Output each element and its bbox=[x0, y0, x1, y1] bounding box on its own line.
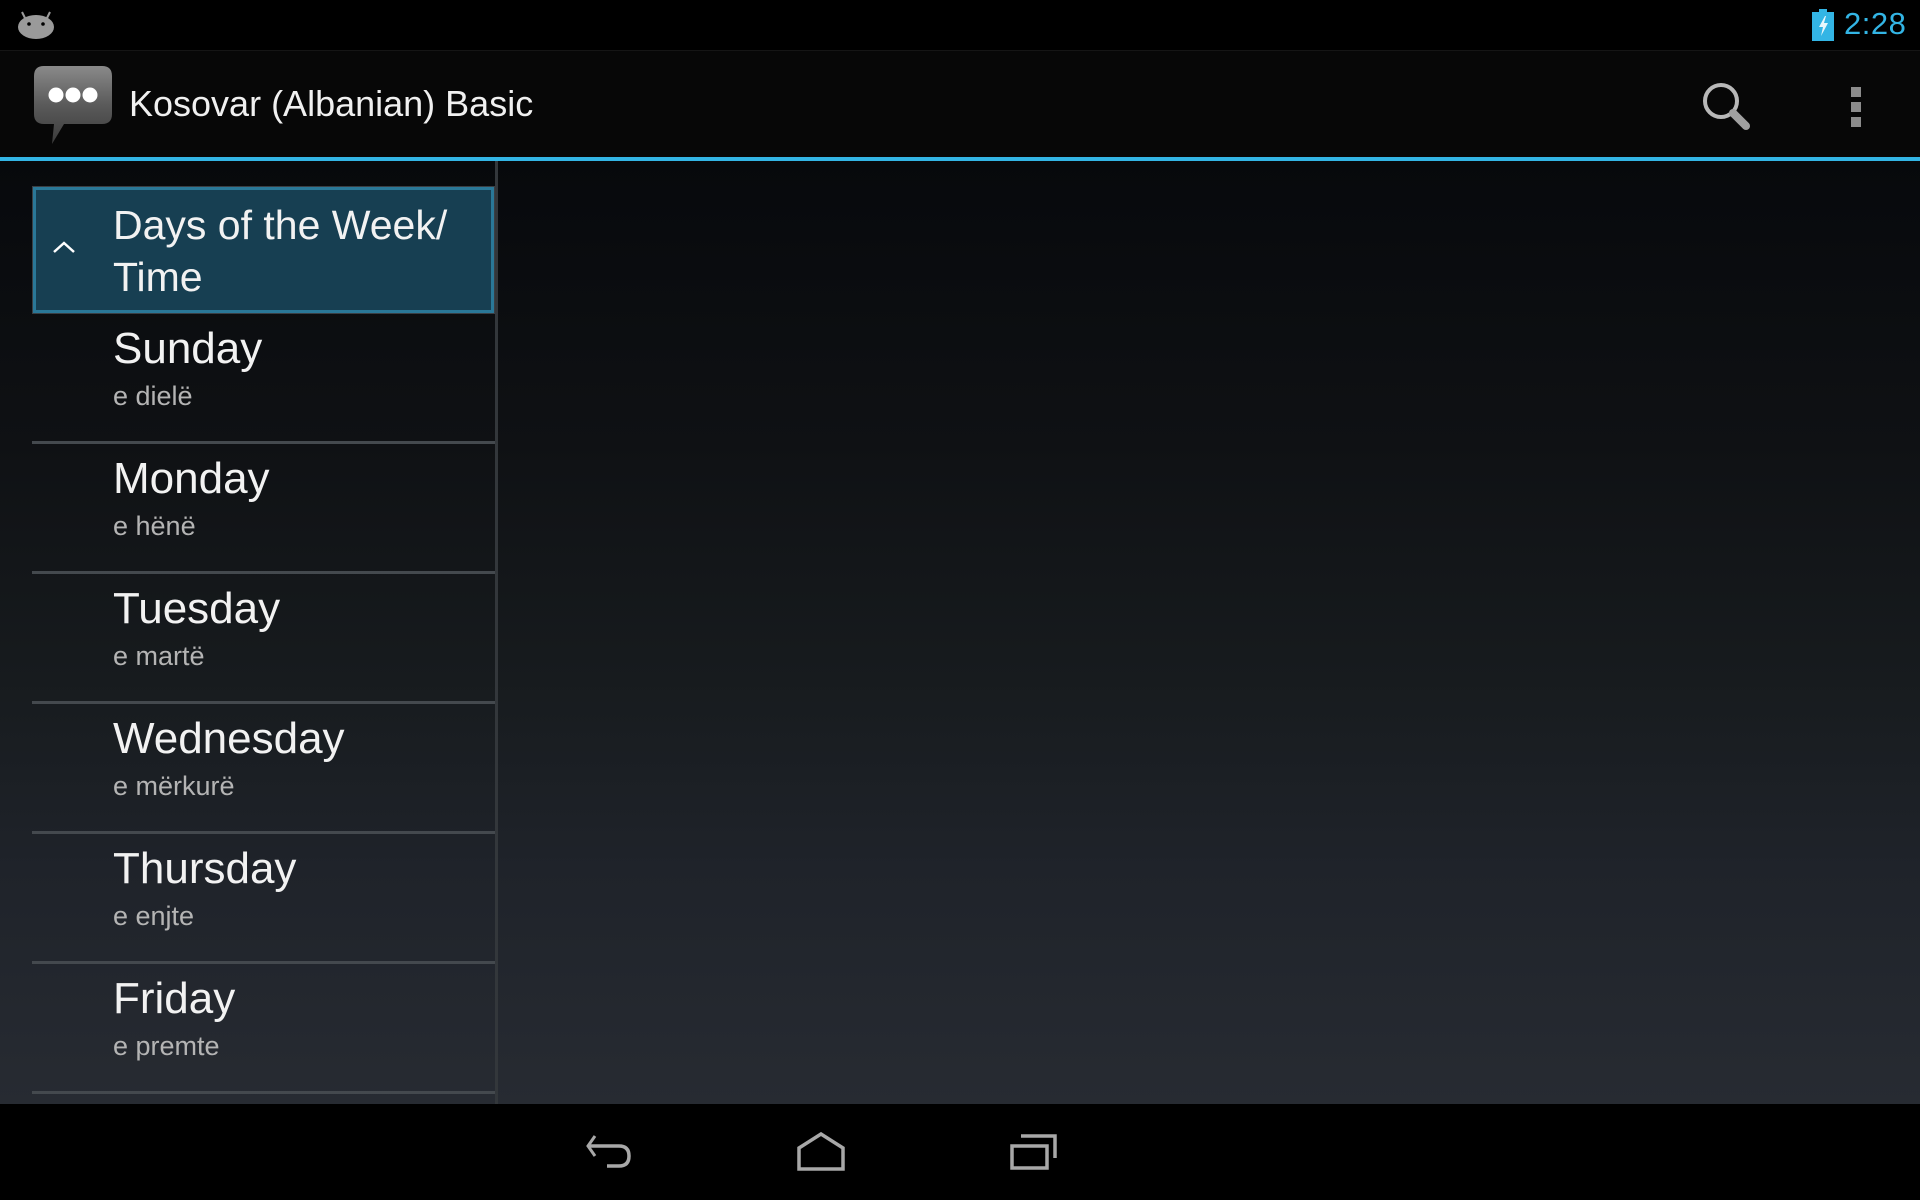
item-translation: e premte bbox=[113, 1031, 220, 1061]
back-icon bbox=[586, 1135, 631, 1168]
item-translation: e martë bbox=[113, 641, 205, 671]
item-title: Friday bbox=[113, 974, 236, 1023]
home-icon bbox=[797, 1132, 845, 1171]
android-debug-icon bbox=[18, 11, 54, 39]
search-button[interactable] bbox=[1690, 70, 1766, 146]
item-title: Monday bbox=[113, 454, 270, 503]
item-title: Thursday bbox=[113, 844, 297, 893]
item-translation: e enjte bbox=[113, 901, 195, 931]
item-title: Sunday bbox=[113, 324, 263, 373]
chat-bubble-icon[interactable] bbox=[30, 62, 116, 148]
item-translation: e mërkurë bbox=[113, 771, 235, 801]
app-title: Kosovar (Albanian) Basic bbox=[129, 83, 534, 124]
days-list: Days of the Week/ Time Sunday e dielë Mo… bbox=[32, 186, 495, 1104]
recent-apps-icon bbox=[1010, 1134, 1057, 1170]
navigation-bar bbox=[0, 1104, 1920, 1200]
home-button[interactable] bbox=[761, 1124, 881, 1180]
content-area: Days of the Week/ Time Sunday e dielë Mo… bbox=[0, 161, 1920, 1104]
list-item-wednesday[interactable]: Wednesday e mërkurë bbox=[32, 704, 495, 834]
list-item-thursday[interactable]: Thursday e enjte bbox=[32, 834, 495, 964]
overflow-menu-icon bbox=[1851, 87, 1861, 127]
recent-apps-button[interactable] bbox=[974, 1124, 1094, 1180]
chevron-up-icon bbox=[53, 241, 75, 253]
clock: 2:28 bbox=[1844, 6, 1907, 41]
item-title: Tuesday bbox=[113, 584, 281, 633]
list-item-monday[interactable]: Monday e hënë bbox=[32, 444, 495, 574]
status-bar: 2:28 bbox=[0, 0, 1920, 50]
list-item-friday[interactable]: Friday e premte bbox=[32, 964, 495, 1094]
list-item-sunday[interactable]: Sunday e dielë bbox=[32, 314, 495, 444]
group-header-days-of-week[interactable]: Days of the Week/ Time bbox=[32, 186, 495, 314]
item-title: Wednesday bbox=[113, 714, 345, 763]
back-button[interactable] bbox=[550, 1124, 670, 1180]
overflow-menu-button[interactable] bbox=[1820, 60, 1892, 156]
item-translation: e dielë bbox=[113, 381, 193, 411]
search-icon bbox=[1703, 83, 1750, 130]
group-title: Days of the Week/ Time bbox=[113, 202, 448, 300]
item-translation: e hënë bbox=[113, 511, 196, 541]
panel-divider bbox=[495, 161, 498, 1104]
battery-charging-icon bbox=[1812, 9, 1834, 41]
list-item-tuesday[interactable]: Tuesday e martë bbox=[32, 574, 495, 704]
